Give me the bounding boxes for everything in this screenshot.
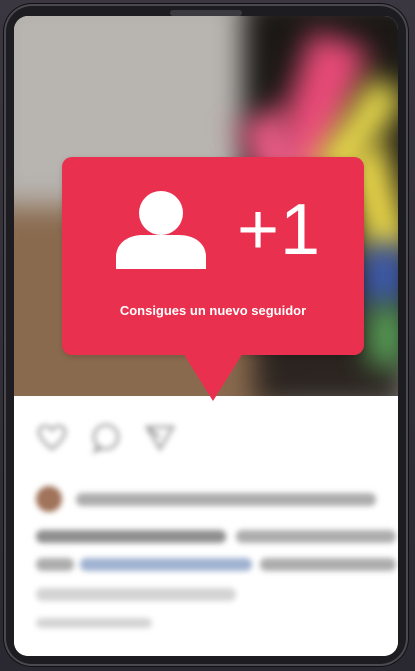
follower-count: +1 <box>237 190 322 270</box>
blurred-text <box>36 558 74 571</box>
photo-blue-shape <box>364 246 398 306</box>
blurred-link <box>80 558 252 571</box>
blurred-text <box>36 530 226 543</box>
avatar[interactable] <box>36 486 62 512</box>
likes-row <box>36 486 62 512</box>
notification-pointer <box>183 353 243 401</box>
comment-icon[interactable] <box>90 422 122 454</box>
background: +1 Consigues un nuevo seguidor <box>0 0 415 671</box>
post-details <box>14 396 398 656</box>
blurred-text <box>236 530 396 543</box>
blurred-text <box>36 588 236 601</box>
photo-green-shape <box>369 306 398 366</box>
new-follower-notification: +1 Consigues un nuevo seguidor <box>62 157 364 401</box>
heart-icon[interactable] <box>36 422 68 454</box>
blurred-text <box>76 493 376 506</box>
blurred-text <box>36 618 152 628</box>
send-icon[interactable] <box>144 422 176 454</box>
post-action-bar <box>36 422 176 454</box>
blurred-text <box>260 558 396 571</box>
notification-message: Consigues un nuevo seguidor <box>119 303 307 318</box>
user-icon <box>116 191 206 269</box>
